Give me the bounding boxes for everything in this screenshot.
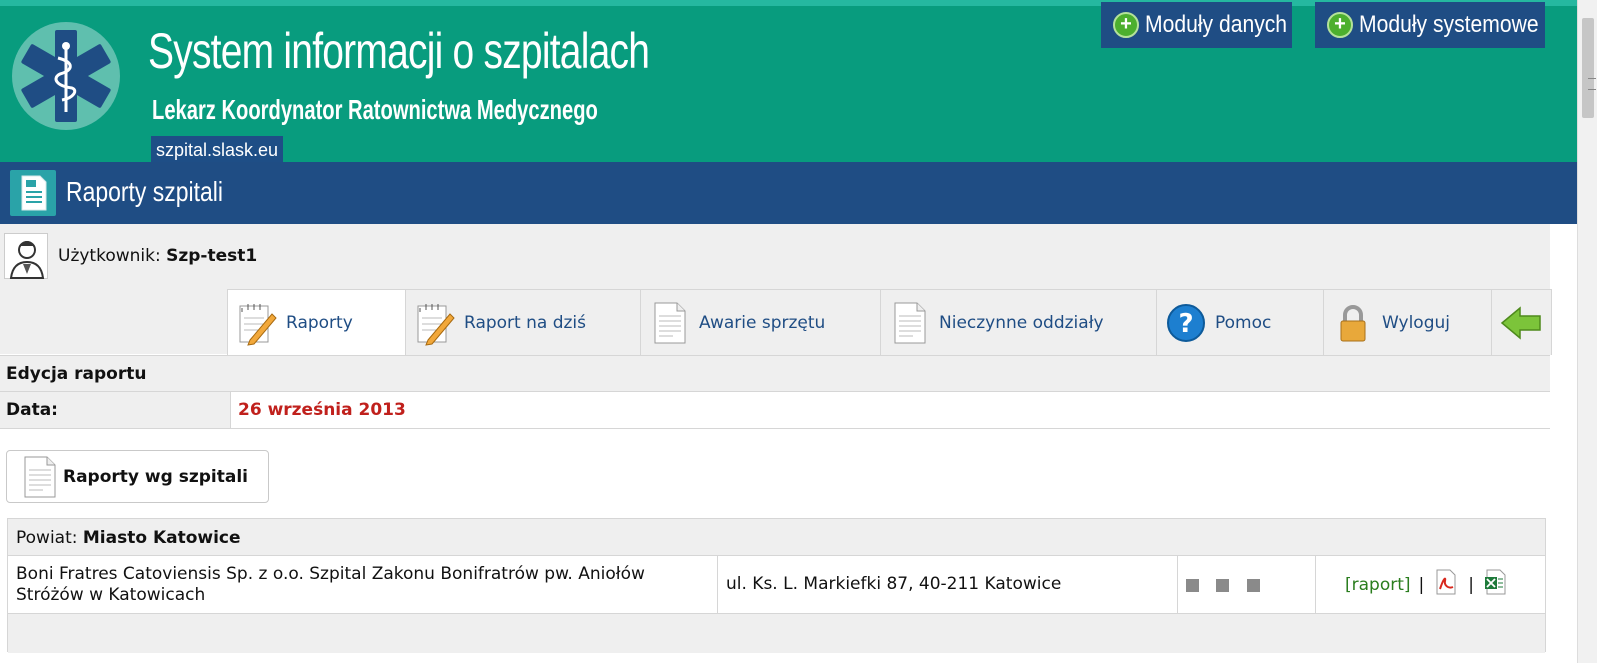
app-subtitle: Lekarz Koordynator Ratownictwa Medyczneg… bbox=[152, 94, 598, 125]
tab-raport-na-dzis[interactable]: Raport na dziś bbox=[406, 290, 641, 355]
user-info: Użytkownik: Szp-test1 bbox=[4, 232, 257, 280]
reports-by-hospital-label: Raporty wg szpitali bbox=[63, 466, 248, 487]
tab-label: Awarie sprzętu bbox=[699, 312, 826, 333]
tab-label: Wyloguj bbox=[1382, 312, 1450, 333]
county-label: Powiat: bbox=[16, 528, 78, 548]
date-label: Data: bbox=[0, 392, 231, 428]
user-label: Użytkownik: bbox=[58, 246, 161, 266]
notepad-pencil-icon bbox=[414, 300, 456, 346]
domain-badge: szpital.slask.eu bbox=[151, 136, 284, 164]
back-arrow-icon bbox=[1500, 300, 1542, 346]
document-icon bbox=[21, 454, 59, 500]
plus-icon: + bbox=[1327, 12, 1353, 38]
scrollbar-thumb[interactable] bbox=[1582, 18, 1596, 118]
user-name: Szp-test1 bbox=[166, 246, 258, 266]
tab-label: Raport na dziś bbox=[464, 312, 586, 333]
table-footer bbox=[8, 614, 1545, 653]
help-icon: ? bbox=[1165, 300, 1207, 346]
hospital-table: Powiat: Miasto Katowice Boni Fratres Cat… bbox=[7, 518, 1546, 653]
vertical-scrollbar[interactable] bbox=[1577, 0, 1597, 663]
status-square-icon bbox=[1216, 579, 1229, 592]
document-icon bbox=[649, 300, 691, 346]
system-modules-label: Moduły systemowe bbox=[1359, 11, 1539, 38]
separator: | bbox=[1468, 574, 1474, 595]
hospital-name: Boni Fratres Catoviensis Sp. z o.o. Szpi… bbox=[8, 556, 718, 613]
notepad-pencil-icon bbox=[236, 300, 278, 346]
tab-pomoc[interactable]: ? Pomoc bbox=[1157, 290, 1324, 355]
row-actions: [raport] | | bbox=[1316, 556, 1547, 613]
status-indicators bbox=[1178, 556, 1316, 613]
tab-raporty[interactable]: Raporty bbox=[227, 290, 406, 355]
tab-wyloguj[interactable]: Wyloguj bbox=[1324, 290, 1492, 355]
edit-report-heading: Edycja raportu bbox=[0, 355, 1550, 392]
table-row: Boni Fratres Catoviensis Sp. z o.o. Szpi… bbox=[8, 556, 1545, 614]
tab-label: Pomoc bbox=[1215, 312, 1272, 333]
status-square-icon bbox=[1247, 579, 1260, 592]
pdf-export-icon[interactable] bbox=[1434, 569, 1458, 600]
system-modules-button[interactable]: + Moduły systemowe bbox=[1315, 2, 1545, 48]
page-title: Raporty szpitali bbox=[66, 176, 223, 207]
excel-export-icon[interactable] bbox=[1484, 569, 1508, 600]
tab-nieczynne-oddzialy[interactable]: Nieczynne oddziały bbox=[881, 290, 1157, 355]
report-document-icon bbox=[10, 170, 56, 216]
doctor-avatar-icon bbox=[4, 233, 48, 279]
app-title: System informacji o szpitalach bbox=[148, 23, 650, 79]
report-link[interactable]: [raport] bbox=[1345, 575, 1411, 595]
tab-awarie-sprzetu[interactable]: Awarie sprzętu bbox=[641, 290, 881, 355]
back-button[interactable] bbox=[1492, 290, 1552, 355]
county-name: Miasto Katowice bbox=[82, 528, 241, 548]
date-value: 26 września 2013 bbox=[238, 400, 406, 420]
separator: | bbox=[1418, 574, 1425, 595]
star-of-life-logo-icon bbox=[12, 22, 120, 130]
hospital-address: ul. Ks. L. Markiefki 87, 40-211 Katowice bbox=[718, 556, 1178, 613]
reports-by-hospital-button[interactable]: Raporty wg szpitali bbox=[6, 450, 269, 503]
tab-label: Nieczynne oddziały bbox=[939, 312, 1104, 333]
page-title-bar: Raporty szpitali bbox=[0, 162, 1577, 224]
main-tabs: Raporty Raport na dziś Awarie sprzętu Ni… bbox=[227, 289, 1552, 355]
data-modules-button[interactable]: + Moduły danych bbox=[1101, 2, 1292, 48]
svg-text:?: ? bbox=[1178, 309, 1193, 339]
county-header: Powiat: Miasto Katowice bbox=[8, 519, 1545, 556]
date-row: Data: 26 września 2013 bbox=[0, 392, 1550, 429]
status-square-icon bbox=[1186, 579, 1199, 592]
data-modules-label: Moduły danych bbox=[1145, 11, 1288, 38]
lock-icon bbox=[1332, 300, 1374, 346]
plus-icon: + bbox=[1113, 12, 1139, 38]
document-icon bbox=[889, 300, 931, 346]
tab-label: Raporty bbox=[286, 312, 353, 333]
